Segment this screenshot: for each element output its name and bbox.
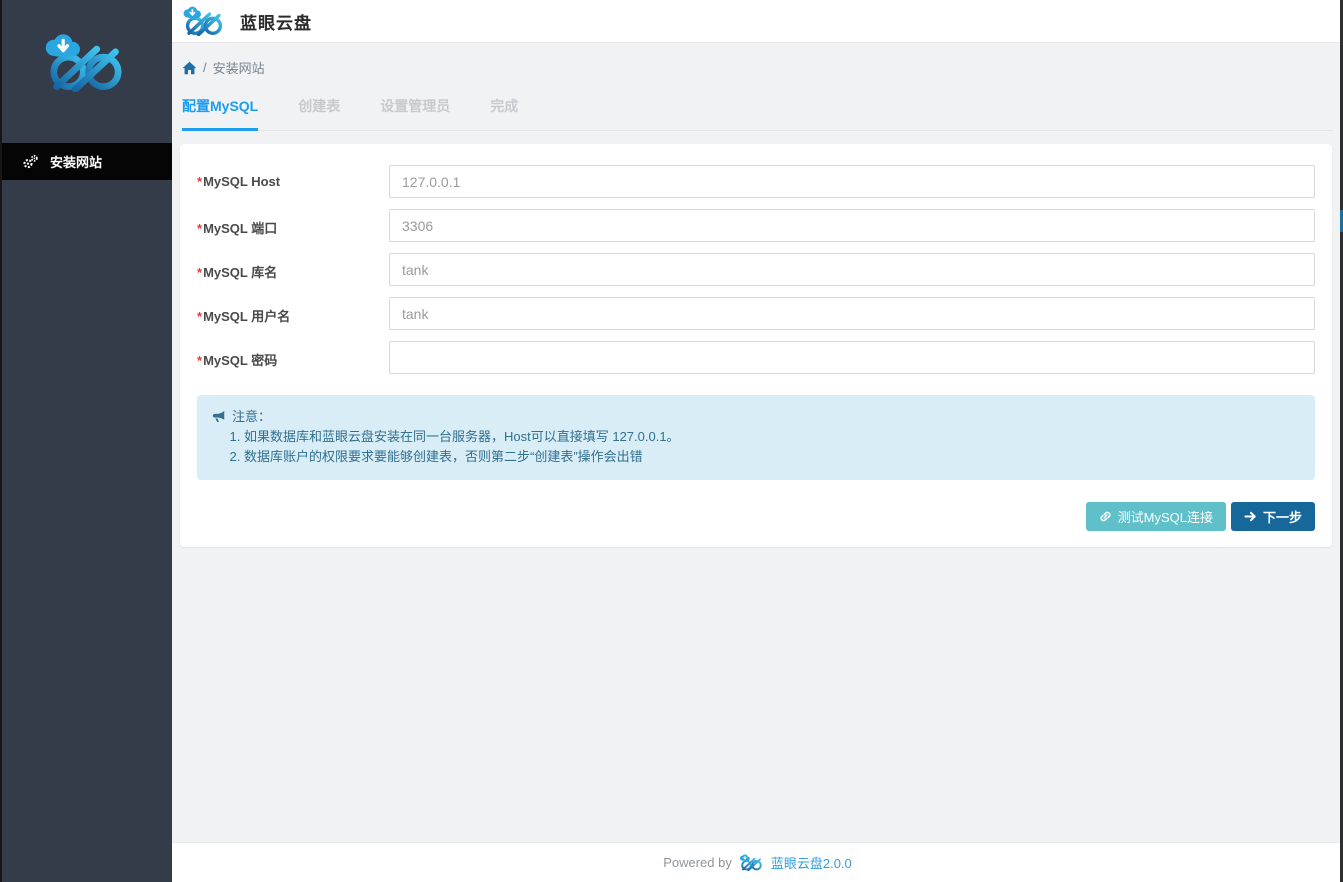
test-mysql-connection-button[interactable]: 测试MySQL连接 bbox=[1086, 502, 1226, 531]
tank-logo-icon bbox=[40, 33, 132, 92]
notice-item: 数据库账户的权限要求要能够创建表，否则第二步“创建表”操作会出错 bbox=[244, 448, 1300, 466]
topbar: 蓝眼云盘 bbox=[172, 0, 1343, 43]
breadcrumb-current: 安装网站 bbox=[213, 58, 265, 77]
mysql-password-input[interactable] bbox=[389, 341, 1315, 374]
arrow-right-icon bbox=[1244, 510, 1257, 523]
cogs-icon bbox=[22, 154, 38, 170]
tab-finish[interactable]: 完成 bbox=[490, 90, 518, 131]
test-button-label: 测试MySQL连接 bbox=[1118, 507, 1213, 526]
notice-title-row: 注意： bbox=[212, 408, 1300, 426]
home-icon[interactable] bbox=[182, 61, 197, 75]
footer-logo bbox=[738, 854, 765, 871]
form-row-mysql-port: *MySQL 端口 bbox=[197, 209, 1315, 242]
notice-list: 如果数据库和蓝眼云盘安装在同一台服务器，Host可以直接填写 127.0.0.1… bbox=[212, 428, 1300, 466]
actions-row: 测试MySQL连接 下一步 bbox=[197, 502, 1315, 531]
mysql-username-input[interactable] bbox=[389, 297, 1315, 330]
tank-logo-icon bbox=[738, 854, 765, 871]
tab-configure-mysql[interactable]: 配置MySQL bbox=[182, 90, 258, 131]
tab-set-admin[interactable]: 设置管理员 bbox=[380, 90, 450, 131]
sidebar-item-install-site[interactable]: 安装网站 bbox=[0, 143, 172, 180]
mysql-password-label: *MySQL 密码 bbox=[197, 341, 389, 374]
form-row-mysql-host: *MySQL Host bbox=[197, 165, 1315, 198]
mysql-database-input[interactable] bbox=[389, 253, 1315, 286]
version-link[interactable]: 蓝眼云盘2.0.0 bbox=[771, 853, 852, 872]
mysql-host-input[interactable] bbox=[389, 165, 1315, 198]
setup-steps-tabs: 配置MySQL 创建表 设置管理员 完成 bbox=[182, 90, 1333, 131]
link-icon bbox=[1099, 510, 1112, 523]
mysql-port-label: *MySQL 端口 bbox=[197, 209, 389, 242]
required-mark: * bbox=[197, 309, 202, 324]
mysql-host-label: *MySQL Host bbox=[197, 165, 389, 198]
mysql-username-label: *MySQL 用户名 bbox=[197, 297, 389, 330]
form-row-mysql-username: *MySQL 用户名 bbox=[197, 297, 1315, 330]
breadcrumb: / 安装网站 bbox=[172, 43, 1343, 90]
notice-item: 如果数据库和蓝眼云盘安装在同一台服务器，Host可以直接填写 127.0.0.1… bbox=[244, 428, 1300, 446]
bullhorn-icon bbox=[212, 410, 226, 424]
form-row-mysql-password: *MySQL 密码 bbox=[197, 341, 1315, 374]
main-area: 蓝眼云盘 / 安装网站 配置MySQL 创建表 设置管理员 完成 bbox=[172, 0, 1343, 882]
sidebar-item-label: 安装网站 bbox=[50, 152, 102, 171]
required-mark: * bbox=[197, 221, 202, 236]
tank-logo-icon bbox=[180, 6, 228, 36]
app-window: 安装网站 蓝眼云盘 / 安装网站 配置MySQL bbox=[0, 0, 1343, 882]
mysql-port-input[interactable] bbox=[389, 209, 1315, 242]
content-area: / 安装网站 配置MySQL 创建表 设置管理员 完成 *MySQL Host … bbox=[172, 43, 1343, 842]
sidebar: 安装网站 bbox=[0, 0, 172, 882]
mysql-database-label: *MySQL 库名 bbox=[197, 253, 389, 286]
footer: Powered by 蓝眼云盘2.0.0 bbox=[172, 842, 1343, 882]
required-mark: * bbox=[197, 174, 202, 189]
sidebar-logo bbox=[40, 33, 132, 92]
left-edge-strip bbox=[0, 0, 2, 882]
notice-box: 注意： 如果数据库和蓝眼云盘安装在同一台服务器，Host可以直接填写 127.0… bbox=[197, 395, 1315, 480]
powered-by-text: Powered by bbox=[663, 855, 732, 870]
notice-title: 注意： bbox=[232, 408, 271, 426]
required-mark: * bbox=[197, 265, 202, 280]
app-title: 蓝眼云盘 bbox=[240, 9, 312, 34]
next-button-label: 下一步 bbox=[1263, 507, 1302, 526]
breadcrumb-separator: / bbox=[203, 60, 207, 75]
required-mark: * bbox=[197, 353, 202, 368]
app-logo[interactable] bbox=[180, 6, 228, 36]
form-row-mysql-database: *MySQL 库名 bbox=[197, 253, 1315, 286]
sidebar-nav: 安装网站 bbox=[0, 143, 172, 180]
tab-create-tables[interactable]: 创建表 bbox=[298, 90, 340, 131]
next-step-button[interactable]: 下一步 bbox=[1231, 502, 1315, 531]
mysql-config-card: *MySQL Host *MySQL 端口 *MySQL 库名 *MySQL 用… bbox=[180, 144, 1332, 547]
